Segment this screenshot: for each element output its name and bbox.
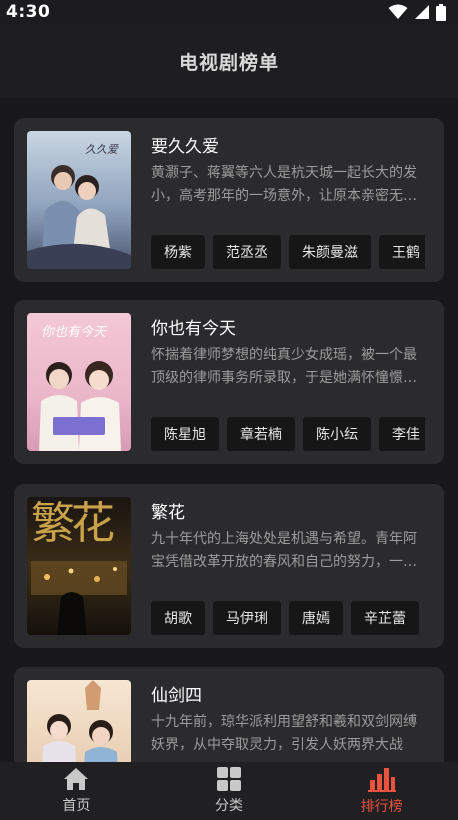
drama-card[interactable]: 你也有今天 你也有今天 怀揣着律师梦想的纯真少女成瑶，被一个最顶级的律师事务所录… bbox=[14, 300, 444, 464]
drama-description: 怀揣着律师梦想的纯真少女成瑶，被一个最顶级的律师事务所录取，于是她满怀憧憬地入职… bbox=[151, 347, 417, 386]
cast-chip[interactable]: 唐嫣 bbox=[289, 601, 343, 635]
wifi-icon bbox=[388, 4, 408, 19]
poster-caption: 你也有今天 bbox=[41, 325, 107, 340]
cast-chip[interactable]: 马伊琍 bbox=[213, 601, 281, 635]
drama-title: 繁花 bbox=[151, 503, 185, 523]
drama-description: 十九年前，琼华派利用望舒和羲和双剑网缚妖界，从中夺取灵力，引发人妖两界大战 bbox=[151, 714, 417, 753]
cast-chip[interactable]: 杨紫 bbox=[151, 235, 205, 269]
status-icons bbox=[388, 3, 446, 21]
cast-list: 陈星旭 章若楠 陈小纭 李佳 bbox=[151, 417, 425, 451]
drama-title: 仙剑四 bbox=[151, 686, 202, 706]
cast-chip[interactable]: 朱颜曼滋 bbox=[289, 235, 371, 269]
drama-description: 九十年代的上海处处是机遇与希望。青年阿宝凭借改革开放的春风和自己的努力，一跃成为… bbox=[151, 531, 417, 570]
poster-caption: 繁花 bbox=[31, 498, 115, 549]
drama-description: 黄灏子、蒋翼等六人是杭天城一起长大的发小，高考那年的一场意外，让原本亲密无间的他… bbox=[151, 165, 417, 204]
cast-chip[interactable]: 陈小纭 bbox=[303, 417, 371, 451]
drama-poster: 繁花 bbox=[27, 497, 131, 635]
tab-label: 分类 bbox=[215, 798, 243, 814]
cast-chip[interactable]: 范丞丞 bbox=[213, 235, 281, 269]
drama-poster: 你也有今天 bbox=[27, 313, 131, 451]
tab-home[interactable]: 首页 bbox=[0, 762, 153, 820]
drama-title: 你也有今天 bbox=[151, 319, 236, 339]
tab-category[interactable]: 分类 bbox=[153, 762, 306, 820]
drama-card[interactable]: 仙剑四 十九年前，琼华派利用望舒和羲和双剑网缚妖界，从中夺取灵力，引发人妖两界大… bbox=[14, 667, 444, 762]
cast-chip[interactable]: 王鹤 bbox=[379, 235, 425, 269]
page-title: 电视剧榜单 bbox=[178, 51, 279, 74]
cast-chip[interactable]: 章若楠 bbox=[227, 417, 295, 451]
drama-ranking-list[interactable]: 久久爱 要久久爱 黄灏子、蒋翼等六人是杭天城一起长大的发小，高考那年的一场意外，… bbox=[0, 98, 458, 762]
signal-icon bbox=[415, 5, 429, 19]
grid-icon bbox=[217, 767, 241, 791]
bottom-tab-bar: 首页 分类 排行榜 bbox=[0, 762, 458, 820]
tab-label: 首页 bbox=[62, 798, 91, 814]
cast-chip[interactable]: 辛芷蕾 bbox=[351, 601, 419, 635]
status-bar: 4:30 bbox=[0, 0, 458, 24]
drama-card[interactable]: 繁花 繁花 九十年代的上海处处是机遇与希望。青年阿宝凭借改革开放的春风和自己的努… bbox=[14, 484, 444, 648]
cast-chip[interactable]: 李佳 bbox=[379, 417, 425, 451]
ranking-icon bbox=[367, 768, 396, 792]
battery-icon bbox=[436, 3, 446, 21]
cast-list: 胡歌 马伊琍 唐嫣 辛芷蕾 bbox=[151, 601, 425, 635]
drama-title: 要久久爱 bbox=[151, 137, 219, 157]
drama-poster: 久久爱 bbox=[27, 131, 131, 269]
drama-poster bbox=[27, 680, 131, 762]
cast-chip[interactable]: 陈星旭 bbox=[151, 417, 219, 451]
cast-list: 杨紫 范丞丞 朱颜曼滋 王鹤 bbox=[151, 235, 425, 269]
poster-caption: 久久爱 bbox=[85, 143, 118, 156]
status-time: 4:30 bbox=[6, 2, 51, 22]
home-icon bbox=[64, 768, 89, 790]
drama-card[interactable]: 久久爱 要久久爱 黄灏子、蒋翼等六人是杭天城一起长大的发小，高考那年的一场意外，… bbox=[14, 118, 444, 282]
page-header: 电视剧榜单 bbox=[0, 24, 458, 98]
cast-chip[interactable]: 胡歌 bbox=[151, 601, 205, 635]
tab-label: 排行榜 bbox=[360, 799, 403, 815]
tab-ranking[interactable]: 排行榜 bbox=[305, 762, 458, 820]
